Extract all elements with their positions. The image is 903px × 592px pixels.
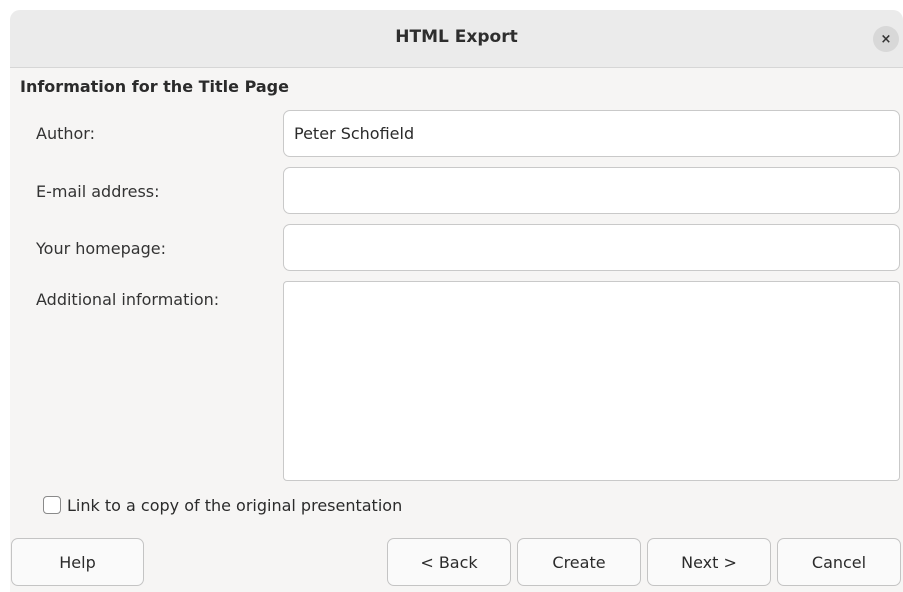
back-button[interactable]: < Back <box>387 538 511 586</box>
link-original-presentation-option[interactable]: Link to a copy of the original presentat… <box>43 494 402 516</box>
title-bar: HTML Export × <box>10 10 903 68</box>
homepage-input[interactable] <box>283 224 900 271</box>
link-original-presentation-checkbox[interactable] <box>43 496 61 514</box>
dialog-title: HTML Export <box>395 27 518 47</box>
html-export-dialog: HTML Export × Information for the Title … <box>10 10 903 592</box>
next-button[interactable]: Next > <box>647 538 771 586</box>
link-original-presentation-label[interactable]: Link to a copy of the original presentat… <box>67 496 402 515</box>
author-input[interactable] <box>283 110 900 157</box>
author-label: Author: <box>36 124 95 143</box>
homepage-label: Your homepage: <box>36 239 166 258</box>
create-button[interactable]: Create <box>517 538 641 586</box>
additional-information-textarea[interactable] <box>283 281 900 481</box>
email-label: E-mail address: <box>36 182 160 201</box>
additional-information-label: Additional information: <box>36 290 220 309</box>
email-input[interactable] <box>283 167 900 214</box>
help-button[interactable]: Help <box>11 538 144 586</box>
cancel-button[interactable]: Cancel <box>777 538 901 586</box>
close-icon[interactable]: × <box>873 26 899 52</box>
section-heading: Information for the Title Page <box>20 77 289 96</box>
